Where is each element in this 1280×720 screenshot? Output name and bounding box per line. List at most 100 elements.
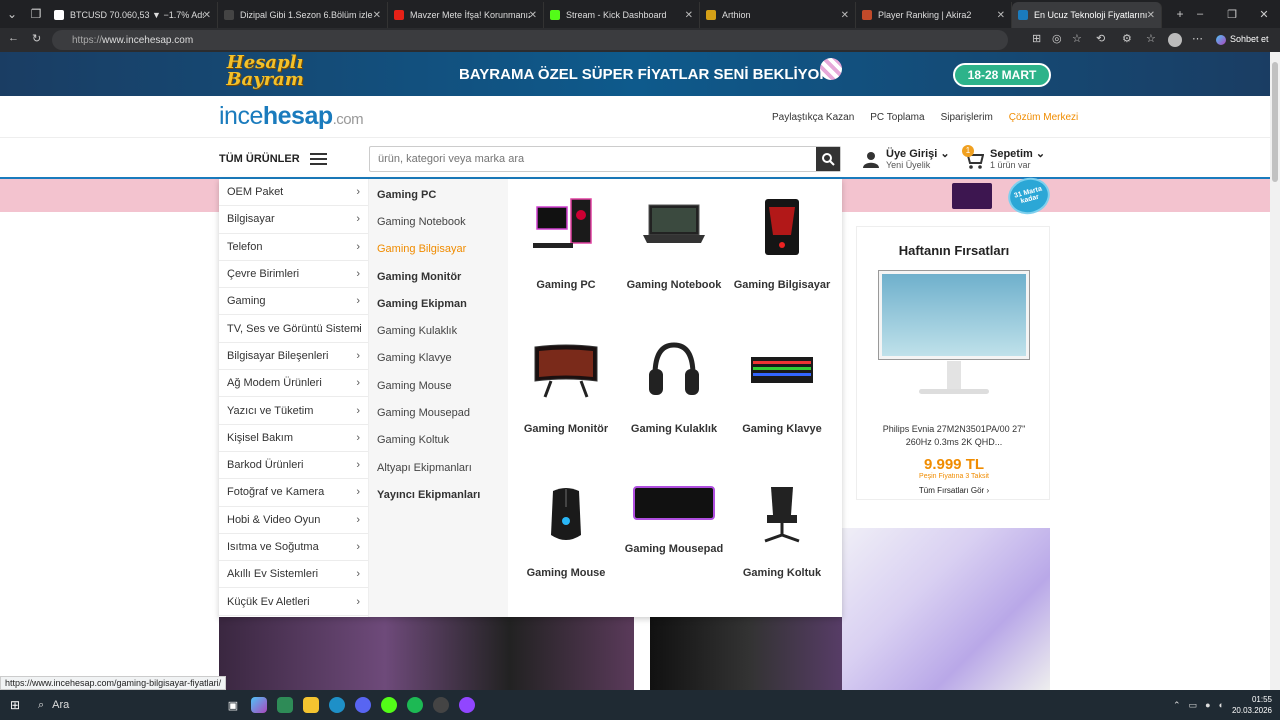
taskbar-search[interactable]: ⌕ Ara <box>30 699 220 712</box>
subcategory-item[interactable]: Gaming Mousepad <box>369 399 508 426</box>
category-item[interactable]: Çevre Birimleri › <box>219 261 368 289</box>
top-link[interactable]: Çözüm Merkezi <box>1009 112 1078 123</box>
deal-product-image[interactable] <box>878 270 1030 360</box>
tab-close-icon[interactable]: ✕ <box>529 10 537 21</box>
back-icon[interactable]: ← <box>8 32 19 44</box>
subcategory-item[interactable]: Yayıncı Ekipmanları <box>369 481 508 508</box>
cart-button[interactable]: 1 Sepetim ⌄ 1 ürün var <box>962 145 1045 170</box>
top-link[interactable]: PC Toplama <box>870 112 924 123</box>
obs-icon[interactable] <box>428 695 454 715</box>
subcategory-tile[interactable]: Gaming Mousepad <box>621 483 727 557</box>
profile-avatar[interactable] <box>1168 33 1182 47</box>
category-item[interactable]: Barkod Ürünleri › <box>219 452 368 480</box>
hero-banner-pc-case[interactable] <box>650 617 850 690</box>
workspaces-icon[interactable]: ❐ <box>24 2 48 26</box>
tray-chevron-icon[interactable]: ⌃ <box>1173 700 1181 711</box>
split-screen-icon[interactable]: ⚙ <box>1122 32 1132 45</box>
hero-banner-gaming-setup[interactable] <box>219 617 634 690</box>
subcategory-tile[interactable]: Gaming Klavye <box>729 339 835 437</box>
all-products-button[interactable]: TÜM ÜRÜNLER <box>219 153 327 165</box>
tab-list-button[interactable]: ⌄ <box>0 2 24 26</box>
user-login[interactable]: Üye Girişi ⌄ Yeni Üyelik <box>862 147 950 170</box>
clock[interactable]: 01:55 20.03.2026 <box>1232 694 1272 716</box>
tab-close-icon[interactable]: ✕ <box>1147 10 1155 21</box>
category-item[interactable]: OEM Paket › <box>219 179 368 207</box>
subcategory-tile[interactable]: Gaming Kulaklık <box>621 339 727 437</box>
subcategory-tile[interactable]: Gaming PC <box>513 195 619 293</box>
top-link[interactable]: Paylaştıkça Kazan <box>772 112 854 123</box>
browser-tab[interactable]: Dizipal Gibi 1.Sezon 6.Bölüm izle ✕ <box>218 2 388 28</box>
browser-tab[interactable]: En Ucuz Teknoloji Fiyatlarını araya✕ <box>1012 2 1162 28</box>
subcategory-item[interactable]: Gaming Bilgisayar <box>369 236 508 263</box>
copilot-button[interactable]: Sohbet et <box>1216 34 1269 45</box>
category-item[interactable]: Fotoğraf ve Kamera › <box>219 479 368 507</box>
browser-tab[interactable]: BTCUSD 70.060,53 ▼ −1.7% Adsı ✕ <box>48 2 218 28</box>
tab-close-icon[interactable]: ✕ <box>685 10 693 21</box>
search-button[interactable] <box>816 147 840 171</box>
mic-icon[interactable]: ● <box>1205 700 1210 710</box>
tab-close-icon[interactable]: ✕ <box>997 10 1005 21</box>
top-link[interactable]: Siparişlerim <box>941 112 993 123</box>
refresh-icon[interactable]: ↻ <box>32 32 41 45</box>
subcategory-item[interactable]: Gaming Notebook <box>369 208 508 235</box>
all-deals-link[interactable]: Tüm Fırsatları Gör › <box>857 486 1051 495</box>
browser-tab[interactable]: Arthion ✕ <box>700 2 856 28</box>
browser-tab[interactable]: Mavzer Mete İfşa! Korunmanız La✕ <box>388 2 544 28</box>
category-item[interactable]: Gaming › <box>219 288 368 316</box>
store-icon[interactable] <box>272 695 298 715</box>
search-input[interactable] <box>370 147 810 171</box>
favorite-star-icon[interactable]: ☆ <box>1072 32 1082 45</box>
tab-close-icon[interactable]: ✕ <box>841 10 849 21</box>
promo-banner[interactable]: Hesaplı Bayram BAYRAMA ÖZEL SÜPER FİYATLA… <box>0 52 1270 96</box>
reader-icon[interactable]: ◎ <box>1052 32 1062 45</box>
subcategory-tile[interactable]: Gaming Mouse <box>513 483 619 581</box>
edge-icon[interactable] <box>324 695 350 715</box>
hero-banner-white-case[interactable] <box>842 514 1050 690</box>
tab-close-icon[interactable]: ✕ <box>203 10 211 21</box>
subcategory-item[interactable]: Gaming Ekipman <box>369 290 508 317</box>
subcategory-item[interactable]: Gaming Mouse <box>369 372 508 399</box>
kick-icon[interactable] <box>376 695 402 715</box>
category-item[interactable]: Ağ Modem Ürünleri › <box>219 370 368 398</box>
subcategory-tile[interactable]: Gaming Bilgisayar <box>729 195 835 293</box>
category-item[interactable]: Telefon › <box>219 234 368 261</box>
network-icon[interactable]: ▭ <box>1189 700 1198 711</box>
task-view-icon[interactable]: ▣ <box>220 695 246 715</box>
copilot-app-icon[interactable] <box>246 695 272 715</box>
site-logo[interactable]: incehesap.com <box>219 102 364 131</box>
subcategory-item[interactable]: Altyapı Ekipmanları <box>369 454 508 481</box>
category-item[interactable]: Bilgisayar › <box>219 206 368 234</box>
promo-x-banner[interactable] <box>952 183 992 209</box>
browser-tab[interactable]: Stream - Kick Dashboard ✕ <box>544 2 700 28</box>
minimize-button[interactable]: – <box>1184 8 1216 20</box>
restore-button[interactable]: ❐ <box>1216 8 1248 21</box>
more-icon[interactable]: ⋯ <box>1192 32 1203 45</box>
extensions-icon[interactable]: ⟲ <box>1096 32 1105 45</box>
deal-product-name[interactable]: Philips Evnia 27M2N3501PA/00 27" 260Hz 0… <box>875 423 1033 449</box>
url-field[interactable]: https://www.incehesap.com <box>52 30 1008 50</box>
spotify-icon[interactable] <box>402 695 428 715</box>
category-item[interactable]: Yazıcı ve Tüketim › <box>219 397 368 425</box>
category-item[interactable]: Hobi & Video Oyun › <box>219 507 368 534</box>
category-item[interactable]: Isıtma ve Soğutma › <box>219 534 368 562</box>
twitch-icon[interactable] <box>454 695 480 715</box>
subcategory-item[interactable]: Gaming Monitör <box>369 263 508 290</box>
discord-icon[interactable] <box>350 695 376 715</box>
subcategory-item[interactable]: Gaming Kulaklık <box>369 317 508 344</box>
app-icon[interactable]: ⊞ <box>1032 32 1041 45</box>
category-item[interactable]: Küçük Ev Aletleri › <box>219 588 368 616</box>
category-item[interactable]: Bilgisayar Bileşenleri › <box>219 343 368 371</box>
windows-start-icon[interactable]: ⊞ <box>0 698 30 712</box>
scrollbar-thumb[interactable] <box>1272 62 1278 182</box>
volume-icon[interactable]: ◐ <box>1219 700 1224 710</box>
favorites-icon[interactable]: ☆ <box>1146 32 1156 45</box>
tab-close-icon[interactable]: ✕ <box>373 10 381 21</box>
category-item[interactable]: TV, Ses ve Görüntü Sistemi › <box>219 315 368 343</box>
subcategory-item[interactable]: Gaming Klavye <box>369 345 508 372</box>
close-window-button[interactable]: ✕ <box>1248 8 1280 21</box>
subcategory-item[interactable]: Gaming PC <box>369 181 508 208</box>
category-item[interactable]: Akıllı Ev Sistemleri › <box>219 561 368 589</box>
subcategory-item[interactable]: Gaming Koltuk <box>369 427 508 454</box>
subcategory-tile[interactable]: Gaming Notebook <box>621 195 727 293</box>
file-explorer-icon[interactable] <box>298 695 324 715</box>
